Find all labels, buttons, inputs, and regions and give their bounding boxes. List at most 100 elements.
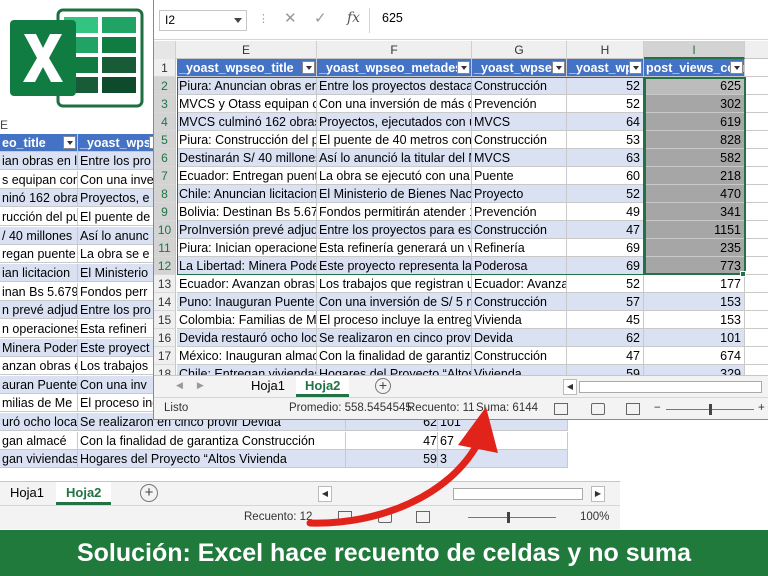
table-cell[interactable] (745, 149, 768, 167)
name-box[interactable]: I2 (159, 10, 247, 31)
table-cell[interactable]: Con una inversión de más de (317, 95, 472, 113)
bg-cell[interactable]: El puente de (78, 207, 164, 226)
bg-cell[interactable]: ian licitacion (0, 263, 78, 282)
enter-icon[interactable]: ✓ (314, 9, 327, 27)
bg-cell[interactable]: Este proyect (78, 338, 164, 357)
bg-cell[interactable]: gan viviendas (0, 450, 78, 469)
table-cell[interactable]: 625 (644, 77, 745, 95)
page-break-icon[interactable] (416, 511, 430, 523)
table-cell[interactable]: 828 (644, 131, 745, 149)
tab-hoja1[interactable]: Hoja1 (242, 376, 294, 397)
table-cell[interactable]: Los trabajos que registran ur (317, 275, 472, 293)
table-cell[interactable]: MVCS (472, 149, 567, 167)
bg-cell[interactable]: Los trabajos (78, 357, 164, 376)
table-cell[interactable]: 52 (567, 95, 644, 113)
scroll-left-icon[interactable]: ◀ (318, 486, 332, 502)
table-cell[interactable]: La Libertad: Minera Poder (177, 257, 317, 275)
filter-dropdown-icon[interactable] (730, 61, 743, 74)
row-header[interactable]: 6 (154, 149, 176, 167)
table-cell[interactable]: La obra se ejecutó con una ir (317, 167, 472, 185)
table-cell[interactable]: México: Inauguran almacé (177, 347, 317, 365)
table-cell[interactable]: El puente de 40 metros conta (317, 131, 472, 149)
table-cell[interactable]: 47 (567, 347, 644, 365)
table-cell[interactable]: 52 (567, 275, 644, 293)
bg-cell[interactable]: auran Puente C (0, 375, 78, 394)
column-header-f[interactable]: F (317, 41, 472, 59)
row-header[interactable]: 14 (154, 293, 176, 311)
table-cell[interactable]: Construcción (472, 131, 567, 149)
zoom-knob[interactable] (709, 404, 712, 415)
table-header-cell[interactable]: _yoast_wpseo_title (177, 59, 317, 77)
table-cell[interactable]: Bolivia: Destinan Bs 5.679. (177, 203, 317, 221)
bg-horizontal-scrollbar[interactable]: ◀ ▶ (318, 486, 608, 502)
table-cell[interactable]: 64 (567, 113, 644, 131)
table-cell[interactable]: Piura: Construcción del pu (177, 131, 317, 149)
table-cell[interactable]: Así lo anunció la titular del M (317, 149, 472, 167)
table-cell[interactable]: 235 (644, 239, 745, 257)
bg-cell[interactable]: Esta refineri (78, 319, 164, 338)
table-cell[interactable]: Prevención (472, 95, 567, 113)
table-cell[interactable]: MVCS (472, 113, 567, 131)
formula-input[interactable]: 625 (382, 11, 403, 25)
row-header[interactable]: 15 (154, 311, 176, 329)
row-header[interactable]: 4 (154, 113, 176, 131)
bg-cell[interactable]: inan Bs 5.679. (0, 282, 78, 301)
table-cell[interactable]: Fondos permitirán atender 1 (317, 203, 472, 221)
function-icon[interactable]: fx (347, 10, 360, 26)
table-cell[interactable]: 1151 (644, 221, 745, 239)
row-header[interactable]: 7 (154, 167, 176, 185)
bg-cell[interactable]: ninó 162 obras d (0, 189, 78, 208)
table-cell[interactable]: 53 (567, 131, 644, 149)
table-cell[interactable]: ProInversión prevé adjudi (177, 221, 317, 239)
zoom-knob[interactable] (507, 512, 510, 523)
bg-cell[interactable]: Hogares del Proyecto “Altos Vivienda (78, 450, 346, 469)
normal-view-icon[interactable] (554, 403, 568, 415)
bg-cell[interactable]: Proyectos, e (78, 189, 164, 208)
add-sheet-icon[interactable]: + (140, 484, 158, 502)
scroll-right-icon[interactable]: ▶ (591, 486, 605, 502)
table-cell[interactable]: Puno: Inauguran Puente C (177, 293, 317, 311)
bg-cell[interactable]: uró ocho loca (0, 413, 78, 432)
bg-cell[interactable]: Fondos perr (78, 282, 164, 301)
bg-cell[interactable]: milias de Me (0, 394, 78, 413)
table-header-cell[interactable]: _yoast_wpseo_metadesc (317, 59, 472, 77)
table-cell[interactable]: Puente (472, 167, 567, 185)
row-header[interactable]: 12 (154, 257, 176, 275)
table-cell[interactable]: Construcción (472, 77, 567, 95)
table-cell[interactable]: Refinería (472, 239, 567, 257)
table-cell[interactable]: Construcción (472, 347, 567, 365)
table-cell[interactable]: Poderosa (472, 257, 567, 275)
zoom-slider[interactable] (468, 517, 556, 518)
table-cell[interactable]: 45 (567, 311, 644, 329)
table-cell[interactable] (745, 257, 768, 275)
filter-dropdown-icon[interactable] (552, 61, 565, 74)
table-cell[interactable]: 674 (644, 347, 745, 365)
table-cell[interactable]: El Ministerio de Bienes Nacio (317, 185, 472, 203)
bg-header-cell[interactable]: eo_title (0, 134, 78, 152)
bg-cell[interactable]: / 40 millones (0, 226, 78, 245)
bg-tab-hoja1[interactable]: Hoja1 (0, 482, 54, 505)
cancel-icon[interactable]: ✕ (284, 9, 297, 27)
bg-cell[interactable]: Con una inve (78, 170, 164, 189)
table-cell[interactable]: 63 (567, 149, 644, 167)
table-cell[interactable]: Esta refinería generará un va (317, 239, 472, 257)
bg-cell[interactable]: n operaciones (0, 319, 78, 338)
bg-cell[interactable]: 59 (346, 450, 438, 469)
bg-cell[interactable]: anzan obras el (0, 357, 78, 376)
row-header[interactable]: 16 (154, 329, 176, 347)
more-icon[interactable]: ⋮ (258, 12, 270, 25)
page-layout-icon[interactable] (591, 403, 605, 415)
table-cell[interactable]: Colombia: Familias de Me (177, 311, 317, 329)
tab-hoja2[interactable]: Hoja2 (296, 376, 350, 397)
add-sheet-icon[interactable]: + (375, 378, 391, 394)
table-cell[interactable]: 153 (644, 311, 745, 329)
filter-dropdown-icon[interactable] (457, 61, 470, 74)
table-cell[interactable]: Chile: Anuncian licitacion (177, 185, 317, 203)
zoom-out-icon[interactable]: − (654, 402, 661, 414)
scroll-left-icon[interactable]: ◀ (563, 379, 577, 395)
table-cell[interactable] (745, 131, 768, 149)
table-cell[interactable] (745, 293, 768, 311)
column-header-e[interactable]: E (176, 41, 317, 59)
table-cell[interactable]: Piura: Anuncian obras en l (177, 77, 317, 95)
table-cell[interactable]: 57 (567, 293, 644, 311)
